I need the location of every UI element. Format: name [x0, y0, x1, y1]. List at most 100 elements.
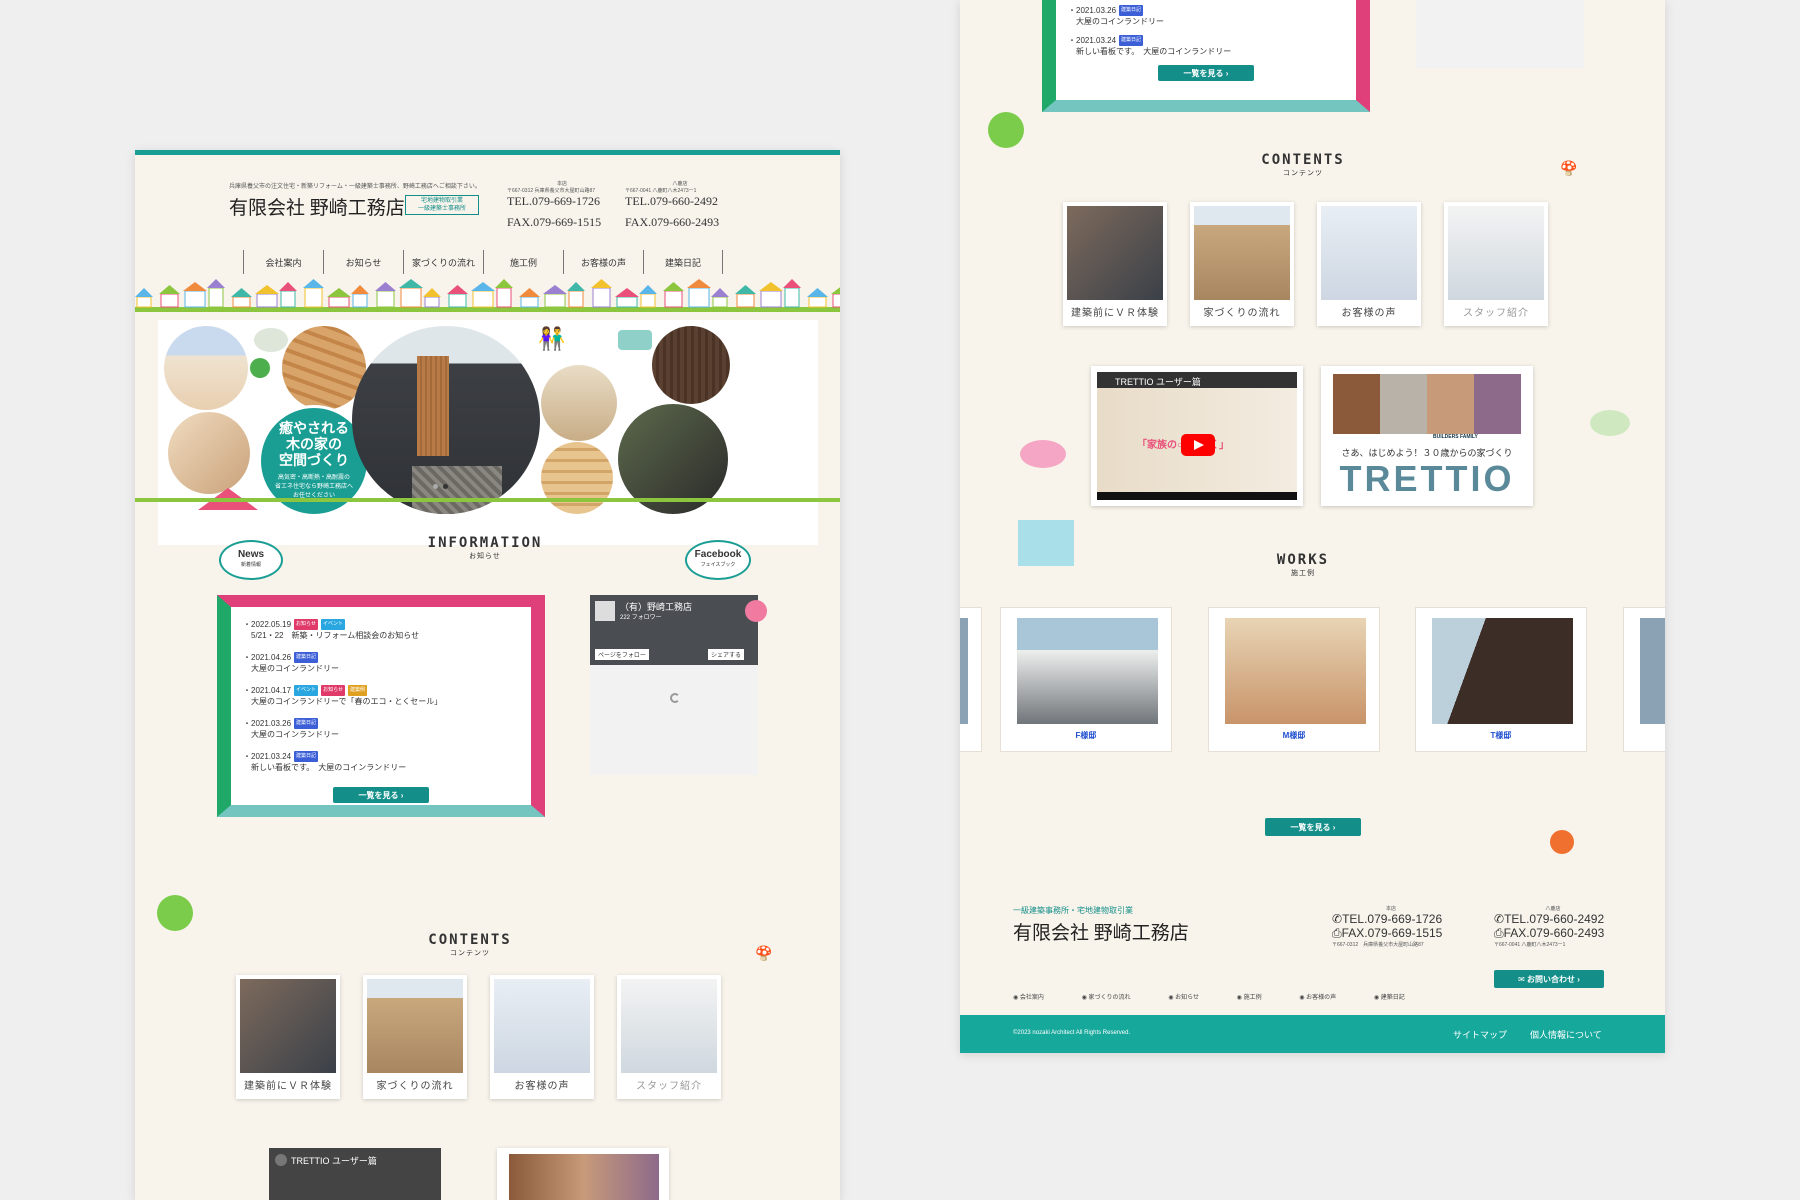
work-card-partial-left[interactable]: [960, 607, 982, 752]
hero-photo-house: [164, 326, 248, 410]
trettio-logo: TRETTIO: [1339, 458, 1515, 499]
content-card-flow[interactable]: 家づくりの流れ: [363, 975, 467, 1099]
news-date: 2022.05.19: [251, 620, 292, 629]
house-icon: [424, 296, 440, 308]
news-item[interactable]: ・2021.04.26 建築日記 大屋のコインランドリー: [243, 652, 503, 674]
house-roof-icon: [303, 279, 324, 288]
trettio-banner[interactable]: BUILDERS FAMILY さあ、はじめよう！３０歳からの家づくり TRET…: [1321, 366, 1533, 506]
homepage-bottom-screenshot: ・2021.03.26 建築日記 大屋のコインランドリー ・2021.03.24 建築…: [960, 0, 1665, 1053]
loading-spinner-icon: [670, 693, 680, 703]
house-illustration-strip: [135, 279, 840, 312]
hero-photo-kitchen: [168, 412, 250, 494]
youtube-video-card[interactable]: TRETTIO ユーザー篇 「家族の○○を築く」: [1091, 366, 1303, 506]
house-icon: [664, 290, 683, 308]
house-icon: [760, 290, 782, 308]
tree-illustration: [250, 358, 270, 378]
youtube-player[interactable]: TRETTIO ユーザー篇 「家族の○○を築く」: [1097, 372, 1297, 500]
contents-title: CONTENTS コンテンツ: [428, 932, 512, 957]
news-tag: 建築日記: [294, 718, 319, 730]
house-roof-icon: [399, 279, 423, 288]
footer-tel-honten[interactable]: ✆TEL.079-669-1726: [1332, 912, 1450, 926]
tel-honten[interactable]: TEL.079-669-1726: [507, 194, 617, 209]
footer-fax-honten: ⎙FAX.079-669-1515: [1332, 926, 1443, 940]
house-roof-icon: [327, 288, 351, 297]
nav-flow[interactable]: 家づくりの流れ: [403, 250, 483, 274]
tree-decoration: [157, 895, 193, 931]
facebook-follow-button[interactable]: ページをフォロー: [595, 649, 649, 660]
house-roof-icon: [159, 285, 180, 294]
work-card-m[interactable]: M様邸: [1208, 607, 1380, 752]
work-card-t[interactable]: T様邸: [1415, 607, 1587, 752]
news-tail-item-2[interactable]: ・2021.03.24 建築日記 新しい看板です。 大屋のコインランドリー: [1068, 35, 1328, 57]
news-item[interactable]: ・2021.03.24 建築日記 新しい看板です。 大屋のコインランドリー: [243, 751, 503, 773]
hero-bottom-line: [135, 498, 840, 502]
flower-decoration: [745, 600, 767, 622]
facebook-share-button[interactable]: シェアする: [708, 649, 745, 660]
contents-title-2: CONTENTS コンテンツ: [1261, 152, 1345, 177]
sitemap-link[interactable]: サイトマップ: [1453, 1028, 1507, 1041]
works-more-button[interactable]: 一覧を見る ›: [1265, 818, 1361, 836]
footer-link-voice[interactable]: ◉ お客様の声: [1299, 995, 1354, 1001]
news-tag: 建築日記: [294, 652, 319, 664]
news-tag: 建築例: [347, 685, 367, 697]
news-item[interactable]: ・2021.04.17 イベント お知らせ 建築例 大屋のコインランドリーで「春のエコ・…: [243, 685, 503, 707]
house-icon: [208, 287, 224, 308]
flower-decoration: [1550, 830, 1574, 854]
content-card-voice-2[interactable]: お客様の声: [1317, 202, 1421, 326]
house-icon: [400, 287, 422, 308]
contact-button[interactable]: ✉ お問い合わせ ›: [1494, 970, 1604, 988]
content-card-vr[interactable]: 建築前にＶＲ体験: [236, 975, 340, 1099]
privacy-link[interactable]: 個人情報について: [1530, 1028, 1602, 1041]
nav-diary[interactable]: 建築日記: [643, 250, 723, 274]
footer-link-flow[interactable]: ◉ 家づくりの流れ: [1082, 995, 1149, 1001]
footer-link-works[interactable]: ◉ 施工例: [1237, 995, 1280, 1001]
channel-avatar-icon: [275, 1154, 287, 1166]
slider-dot-2[interactable]: [443, 484, 448, 489]
news-tag: 建築日記: [294, 751, 319, 763]
house-roof-icon: [375, 282, 396, 291]
nav-works[interactable]: 施工例: [483, 250, 563, 274]
phone-icon: ✆: [1494, 912, 1505, 926]
house-icon: [184, 290, 206, 308]
nav-company[interactable]: 会社案内: [243, 250, 323, 274]
news-more-button-2[interactable]: 一覧を見る ›: [1158, 65, 1254, 81]
nav-news[interactable]: お知らせ: [323, 250, 403, 274]
house-icon: [280, 290, 296, 308]
news-date: 2021.04.26: [251, 653, 292, 662]
trettio-banner-partial[interactable]: [497, 1148, 669, 1200]
content-card-vr-2[interactable]: 建築前にＶＲ体験: [1063, 202, 1167, 326]
news-title: 大屋のコインランドリー: [251, 730, 339, 740]
news-more-button[interactable]: 一覧を見る ›: [333, 787, 429, 803]
work-card-f[interactable]: F様邸: [1000, 607, 1172, 752]
house-icon: [232, 296, 251, 308]
news-tail-item-1[interactable]: ・2021.03.26 建築日記 大屋のコインランドリー: [1068, 5, 1328, 27]
news-item[interactable]: ・2021.03.26 建築日記 大屋のコインランドリー: [243, 718, 503, 740]
content-card-voice[interactable]: お客様の声: [490, 975, 594, 1099]
content-card-flow-2[interactable]: 家づくりの流れ: [1190, 202, 1294, 326]
mushroom-decoration: 🍄: [755, 945, 773, 961]
news-title: 5/21・22 新築・リフォーム相談会のお知らせ: [251, 631, 420, 641]
news-item[interactable]: ・2022.05.19 お知らせ イベント 5/21・22 新築・リフォーム相談会のお…: [243, 619, 503, 641]
nav-voice[interactable]: お客様の声: [563, 250, 643, 274]
house-roof-icon: [591, 279, 612, 288]
content-card-staff-2[interactable]: スタッフ紹介: [1444, 202, 1548, 326]
house-roof-icon: [423, 288, 441, 297]
house-icon: [496, 287, 512, 308]
house-icon: [616, 296, 638, 308]
hero-slider[interactable]: 癒やされる 木の家の 空間づくり 高気密・高断熱・高耐震の 省エネ住宅なら野崎工務店へ…: [158, 320, 818, 545]
youtube-play-icon[interactable]: [1181, 434, 1215, 456]
footer-link-company[interactable]: ◉ 会社案内: [1013, 995, 1062, 1001]
footer-tel-yoka[interactable]: ✆TEL.079-660-2492: [1494, 912, 1612, 926]
building-decoration: [1018, 520, 1074, 566]
slider-dot-1[interactable]: [433, 484, 438, 489]
house-roof-icon: [711, 288, 729, 297]
footer-link-diary[interactable]: ◉ 建築日記: [1374, 995, 1423, 1001]
house-icon: [472, 290, 494, 308]
house-icon: [736, 293, 755, 308]
tel-yoka[interactable]: TEL.079-660-2492: [625, 194, 735, 209]
footer-link-news[interactable]: ◉ お知らせ: [1168, 995, 1217, 1001]
house-roof-icon: [447, 285, 468, 294]
video-embed-partial[interactable]: TRETTIO ユーザー篇: [269, 1148, 441, 1200]
content-card-staff[interactable]: スタッフ紹介: [617, 975, 721, 1099]
work-card-partial-right[interactable]: [1623, 607, 1665, 752]
